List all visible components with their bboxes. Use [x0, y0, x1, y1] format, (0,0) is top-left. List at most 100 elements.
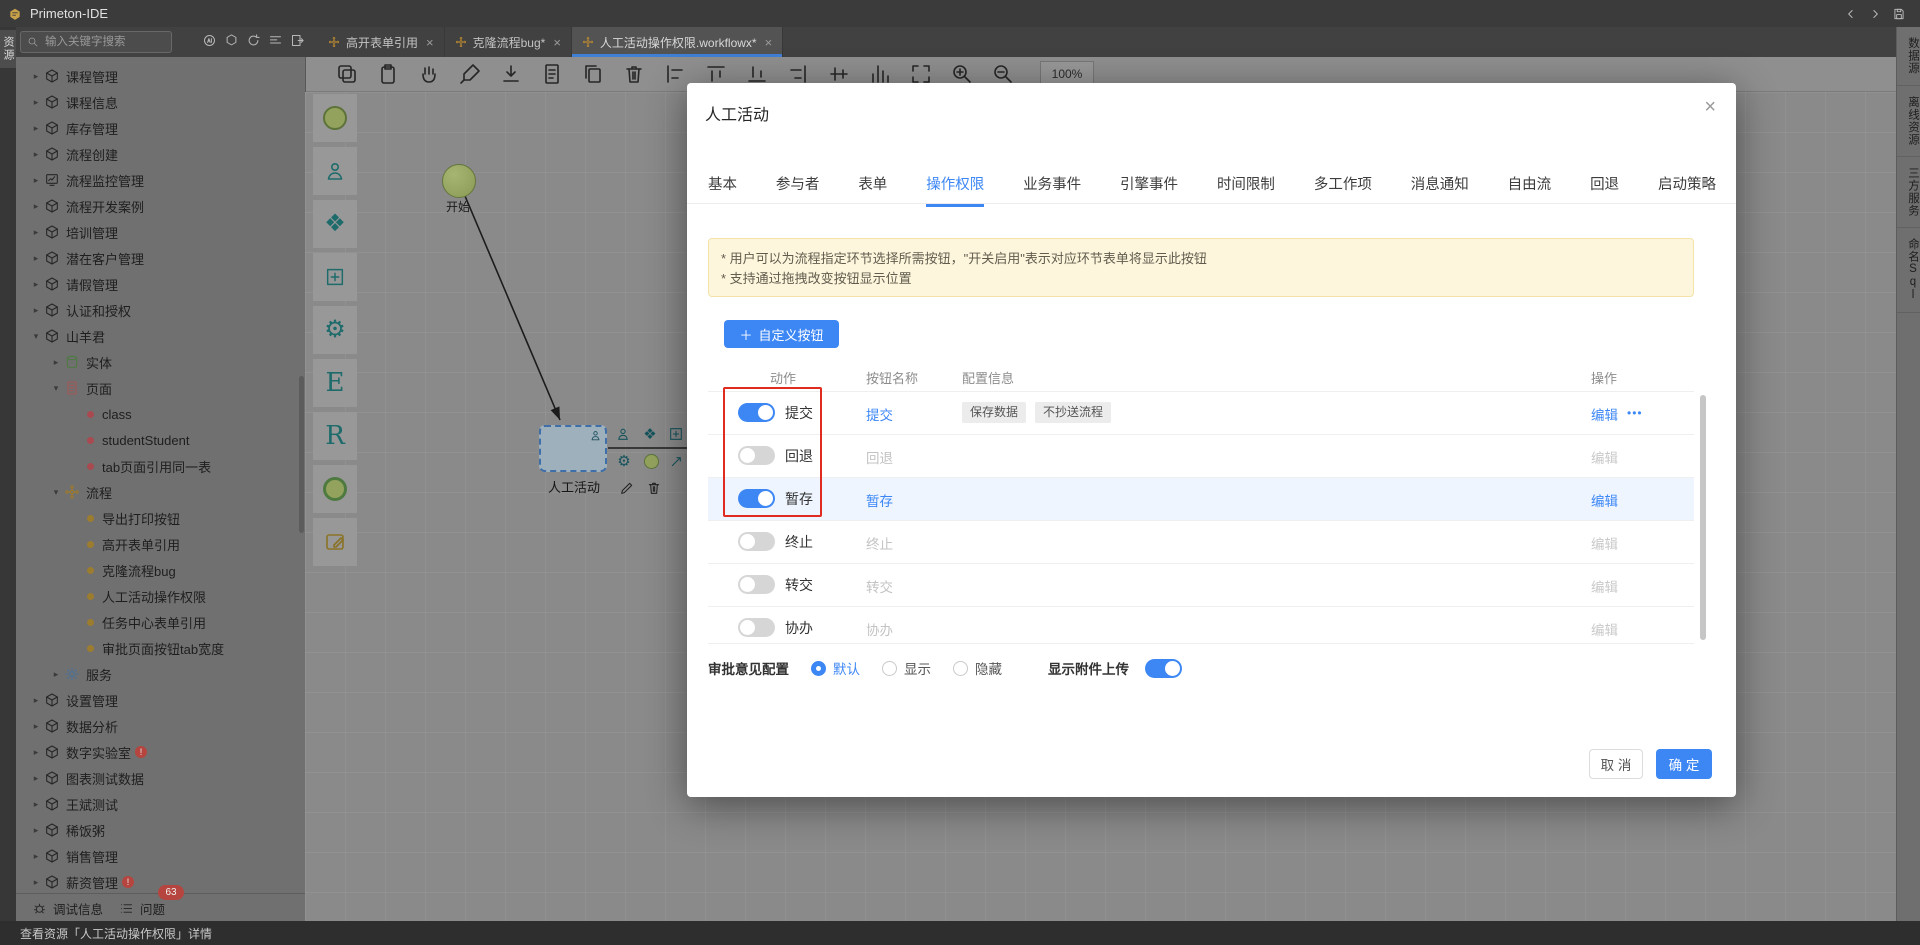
opinion-radio-label[interactable]: 显示 [904, 658, 931, 678]
gateway-icon[interactable]: ❖ [641, 425, 659, 443]
subprocess-icon[interactable] [667, 425, 685, 443]
tree-item-流程创建[interactable]: ▸ 流程创建 [16, 141, 305, 167]
action-toggle[interactable] [738, 575, 775, 594]
opinion-radio-1[interactable] [882, 660, 897, 676]
caret-right-icon[interactable]: ▸ [30, 695, 42, 706]
delete-icon[interactable] [645, 479, 663, 497]
editor-tab[interactable]: 人工活动操作权限.workflowx* × [571, 27, 784, 57]
tree-item-潜在客户管理[interactable]: ▸ 潜在客户管理 [16, 245, 305, 271]
tree-item-高开表单引用[interactable]: 高开表单引用 [16, 531, 305, 557]
tree-item-审批页面按钮tab宽度[interactable]: 审批页面按钮tab宽度 [16, 635, 305, 661]
dialog-tab[interactable]: 操作权限 [926, 173, 985, 207]
connector-icon[interactable] [668, 452, 686, 470]
palette-entity-E[interactable]: E [313, 359, 357, 407]
tree-item-数字实验室[interactable]: ▸ 数字实验室! [16, 739, 305, 765]
refresh-icon[interactable] [246, 33, 261, 48]
brush-icon[interactable] [458, 62, 482, 86]
align-left-icon[interactable] [663, 62, 687, 86]
tree-item-人工活动操作权限[interactable]: 人工活动操作权限 [16, 583, 305, 609]
caret-right-icon[interactable]: ▸ [30, 149, 42, 160]
caret-right-icon[interactable]: ▸ [30, 851, 42, 862]
right-panel-tab[interactable]: 三方服务 [1897, 157, 1920, 228]
tree-item-class[interactable]: class [16, 401, 305, 427]
palette-participant[interactable] [313, 147, 357, 195]
caret-right-icon[interactable]: ▸ [30, 747, 42, 758]
button-name-link[interactable]: 提交 [866, 404, 893, 424]
dialog-tab[interactable]: 基本 [708, 173, 737, 207]
tree-item-克隆流程bug[interactable]: 克隆流程bug [16, 557, 305, 583]
caret-right-icon[interactable]: ▸ [30, 123, 42, 134]
caret-right-icon[interactable]: ▸ [50, 357, 62, 368]
edit-link[interactable]: 编辑 [1591, 404, 1618, 424]
dialog-tab[interactable]: 表单 [858, 173, 887, 207]
export-icon[interactable] [290, 33, 305, 48]
caret-down-icon[interactable]: ▾ [50, 383, 62, 394]
search-box[interactable] [20, 31, 172, 53]
palette-end-event[interactable] [313, 465, 357, 513]
caret-down-icon[interactable]: ▾ [30, 331, 42, 342]
end-event-icon[interactable] [642, 452, 660, 470]
download-icon[interactable] [499, 62, 523, 86]
debug-info-tab[interactable]: 调试信息 [32, 899, 103, 918]
tree-item-流程监控管理[interactable]: ▸ 流程监控管理 [16, 167, 305, 193]
edit-icon[interactable] [618, 479, 636, 497]
dialog-tab[interactable]: 启动策略 [1658, 173, 1716, 207]
caret-right-icon[interactable]: ▸ [30, 71, 42, 82]
tree-item-流程开发案例[interactable]: ▸ 流程开发案例 [16, 193, 305, 219]
palette-start-event[interactable] [313, 94, 357, 142]
action-toggle[interactable] [738, 532, 775, 551]
tree-item-图表测试数据[interactable]: ▸ 图表测试数据 [16, 765, 305, 791]
palette-note[interactable] [313, 518, 357, 566]
caret-down-icon[interactable]: ▾ [50, 487, 62, 498]
cancel-button[interactable]: 取 消 [1589, 749, 1643, 779]
opinion-radio-0[interactable] [811, 660, 826, 676]
right-panel-tab[interactable]: 数据源 [1897, 27, 1920, 86]
custom-button-add[interactable]: ＋ 自定义按钮 [724, 320, 839, 348]
search-input[interactable] [43, 35, 157, 49]
nav-back-icon[interactable] [1844, 7, 1858, 21]
button-name-link[interactable]: 暂存 [866, 490, 893, 510]
trash-icon[interactable] [622, 62, 646, 86]
dialog-tab[interactable]: 回退 [1590, 173, 1619, 207]
opinion-radio-label[interactable]: 隐藏 [975, 658, 1002, 678]
tree-item-导出打印按钮[interactable]: 导出打印按钮 [16, 505, 305, 531]
tree-item-流程[interactable]: ▾ 流程 [16, 479, 305, 505]
hexagon-icon[interactable] [224, 33, 239, 48]
caret-right-icon[interactable]: ▸ [30, 227, 42, 238]
action-toggle[interactable] [738, 403, 775, 422]
tree-item-王斌测试[interactable]: ▸ 王斌测试 [16, 791, 305, 817]
save-icon[interactable] [1892, 7, 1906, 21]
action-toggle[interactable] [738, 618, 775, 637]
caret-right-icon[interactable]: ▸ [30, 201, 42, 212]
action-toggle[interactable] [738, 446, 775, 465]
ok-button[interactable]: 确 定 [1656, 749, 1712, 779]
dialog-tab[interactable]: 业务事件 [1023, 173, 1081, 207]
resources-rail-tab[interactable]: 资源 [0, 30, 16, 68]
tree-item-服务[interactable]: ▸ 服务 [16, 661, 305, 687]
tree-item-认证和授权[interactable]: ▸ 认证和授权 [16, 297, 305, 323]
close-tab-icon[interactable]: × [426, 35, 434, 50]
tree-item-培训管理[interactable]: ▸ 培训管理 [16, 219, 305, 245]
dialog-tab[interactable]: 时间限制 [1217, 173, 1275, 207]
caret-right-icon[interactable]: ▸ [30, 305, 42, 316]
dialog-tab[interactable]: 自由流 [1508, 173, 1552, 207]
dialog-tab[interactable]: 多工作项 [1314, 173, 1372, 207]
tree-item-课程管理[interactable]: ▸ 课程管理 [16, 63, 305, 89]
close-icon[interactable]: × [1704, 97, 1716, 117]
tree-item-请假管理[interactable]: ▸ 请假管理 [16, 271, 305, 297]
close-tab-icon[interactable]: × [553, 35, 561, 50]
caret-right-icon[interactable]: ▸ [30, 877, 42, 888]
opinion-radio-2[interactable] [953, 660, 968, 676]
copy-icon[interactable] [581, 62, 605, 86]
caret-right-icon[interactable]: ▸ [30, 825, 42, 836]
palette-gateway[interactable]: ❖ [313, 200, 357, 248]
right-panel-tab[interactable]: 命名Sql [1897, 228, 1920, 313]
ai-icon[interactable] [202, 33, 217, 48]
table-scrollbar[interactable] [1700, 395, 1706, 640]
nav-forward-icon[interactable] [1868, 7, 1882, 21]
hand-icon[interactable] [417, 62, 441, 86]
action-toggle[interactable] [738, 489, 775, 508]
attachment-upload-toggle[interactable] [1145, 658, 1182, 678]
edit-link[interactable]: 编辑 [1591, 490, 1618, 510]
tree-item-销售管理[interactable]: ▸ 销售管理 [16, 843, 305, 869]
